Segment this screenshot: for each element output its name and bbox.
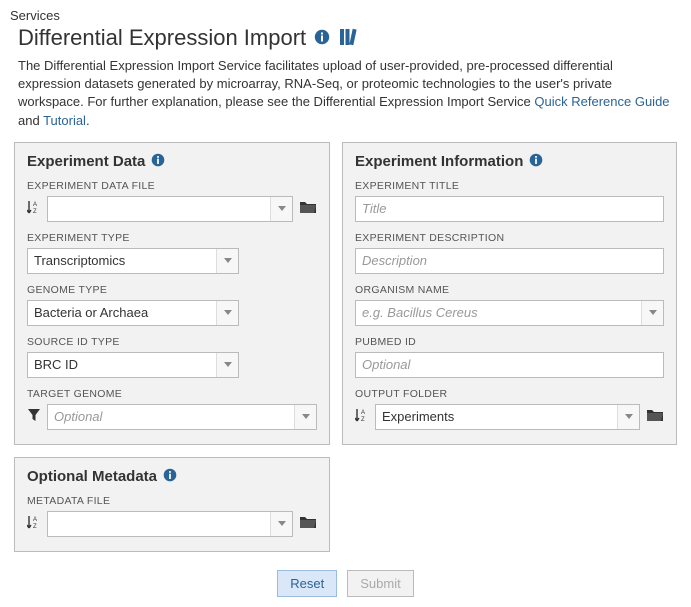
- folder-open-icon[interactable]: [646, 407, 664, 426]
- sort-az-icon[interactable]: [355, 407, 369, 426]
- info-icon[interactable]: [151, 153, 165, 170]
- panel-title: Experiment Information: [355, 153, 523, 170]
- folder-open-icon[interactable]: [299, 514, 317, 533]
- field-label: GENOME TYPE: [27, 284, 317, 296]
- intro-text: The Differential Expression Import Servi…: [10, 57, 681, 142]
- submit-button[interactable]: Submit: [347, 570, 413, 597]
- panel-title: Optional Metadata: [27, 468, 157, 485]
- panel-title: Experiment Data: [27, 153, 145, 170]
- chevron-down-icon[interactable]: [294, 405, 316, 429]
- metadata-file-combo[interactable]: [47, 511, 293, 537]
- optional-metadata-panel: Optional Metadata METADATA FILE: [14, 457, 330, 552]
- experiment-data-file-combo[interactable]: [47, 196, 293, 222]
- folder-open-icon[interactable]: [299, 199, 317, 218]
- experiment-information-panel: Experiment Information EXPERIMENT TITLE …: [342, 142, 677, 445]
- field-label: METADATA FILE: [27, 495, 317, 507]
- organism-name-input[interactable]: [356, 301, 641, 325]
- output-folder-combo[interactable]: [375, 404, 640, 430]
- sort-az-icon[interactable]: [27, 199, 41, 218]
- chevron-down-icon[interactable]: [216, 353, 238, 377]
- filter-icon[interactable]: [27, 408, 41, 425]
- field-label: EXPERIMENT DESCRIPTION: [355, 232, 664, 244]
- output-folder-input[interactable]: [376, 405, 617, 429]
- target-genome-combo[interactable]: [47, 404, 317, 430]
- field-label: EXPERIMENT TYPE: [27, 232, 317, 244]
- info-icon[interactable]: [314, 29, 330, 48]
- page-title: Differential Expression Import: [18, 25, 306, 51]
- genome-type-input[interactable]: [28, 301, 216, 325]
- breadcrumb: Services: [10, 8, 681, 23]
- target-genome-input[interactable]: [48, 405, 294, 429]
- experiment-data-file-input[interactable]: [48, 197, 270, 221]
- metadata-file-input[interactable]: [48, 512, 270, 536]
- reset-button[interactable]: Reset: [277, 570, 337, 597]
- quick-reference-link[interactable]: Quick Reference Guide: [534, 94, 669, 109]
- pubmed-id-input[interactable]: [355, 352, 664, 378]
- field-label: EXPERIMENT DATA FILE: [27, 180, 317, 192]
- field-label: OUTPUT FOLDER: [355, 388, 664, 400]
- tutorial-link[interactable]: Tutorial: [43, 113, 86, 128]
- chevron-down-icon[interactable]: [641, 301, 663, 325]
- field-label: PUBMED ID: [355, 336, 664, 348]
- organism-name-combo[interactable]: [355, 300, 664, 326]
- source-id-type-input[interactable]: [28, 353, 216, 377]
- experiment-data-panel: Experiment Data EXPERIMENT DATA FILE EXP…: [14, 142, 330, 445]
- info-icon[interactable]: [529, 153, 543, 170]
- intro-after: .: [86, 113, 90, 128]
- experiment-type-select[interactable]: [27, 248, 239, 274]
- field-label: EXPERIMENT TITLE: [355, 180, 664, 192]
- chevron-down-icon[interactable]: [216, 301, 238, 325]
- chevron-down-icon[interactable]: [270, 512, 292, 536]
- field-label: SOURCE ID TYPE: [27, 336, 317, 348]
- field-label: ORGANISM NAME: [355, 284, 664, 296]
- intro-body: The Differential Expression Import Servi…: [18, 58, 613, 109]
- sort-az-icon[interactable]: [27, 514, 41, 533]
- info-icon[interactable]: [163, 468, 177, 485]
- chevron-down-icon[interactable]: [216, 249, 238, 273]
- experiment-type-input[interactable]: [28, 249, 216, 273]
- source-id-type-select[interactable]: [27, 352, 239, 378]
- books-icon[interactable]: [338, 28, 358, 49]
- experiment-description-input[interactable]: [355, 248, 664, 274]
- intro-between: and: [18, 113, 43, 128]
- experiment-title-input[interactable]: [355, 196, 664, 222]
- genome-type-select[interactable]: [27, 300, 239, 326]
- chevron-down-icon[interactable]: [270, 197, 292, 221]
- field-label: TARGET GENOME: [27, 388, 317, 400]
- chevron-down-icon[interactable]: [617, 405, 639, 429]
